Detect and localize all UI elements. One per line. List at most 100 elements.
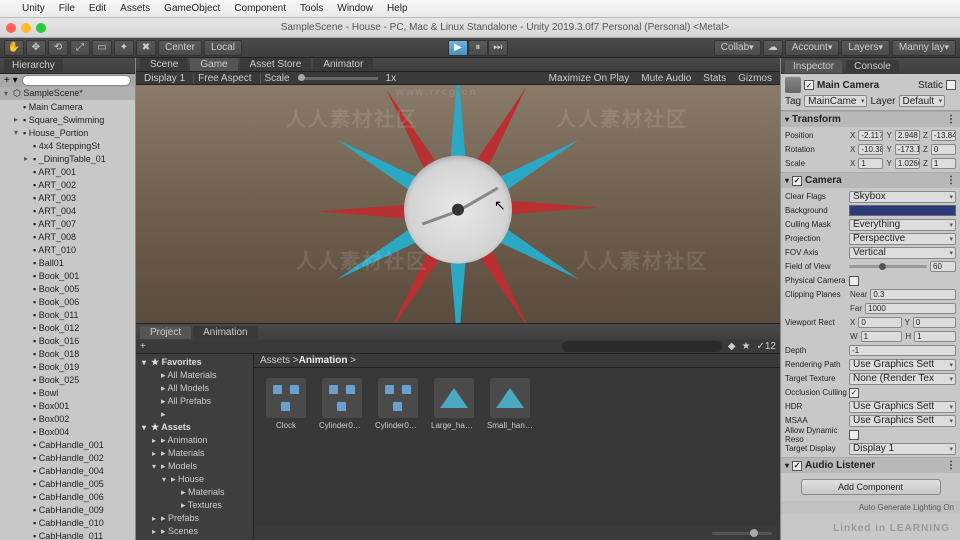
tab-asset-store[interactable]: Asset Store (240, 58, 312, 71)
rendering-path-dropdown[interactable]: Use Graphics Sett (849, 359, 956, 371)
project-search-input[interactable] (562, 341, 722, 352)
camera-header[interactable]: ▾✓Camera⋮ (781, 173, 960, 188)
project-asset[interactable]: Large_han… (432, 378, 476, 430)
hand-tool-button[interactable]: ✋ (4, 40, 24, 56)
gameobject-name-field[interactable]: Main Camera (817, 80, 879, 91)
hierarchy-item[interactable]: ▪ CabHandle_004 (0, 464, 135, 477)
pivot-center-button[interactable]: Center (158, 40, 202, 56)
project-asset[interactable]: Cylinder00… (320, 378, 364, 430)
hierarchy-search-input[interactable] (22, 75, 131, 86)
transform-header[interactable]: ▾Transform⋮ (781, 112, 960, 127)
hierarchy-item[interactable]: ▪ Box001 (0, 399, 135, 412)
tab-animation[interactable]: Animation (193, 326, 257, 339)
hierarchy-item[interactable]: ▪ ART_001 (0, 165, 135, 178)
rot-x-field[interactable]: -10.38 (858, 144, 883, 155)
hierarchy-item[interactable]: ▾▪ House_Portion (0, 126, 135, 139)
rect-tool-button[interactable]: ▭ (92, 40, 112, 56)
tab-animator[interactable]: Animator (313, 58, 373, 71)
close-window-icon[interactable] (6, 23, 16, 33)
hierarchy-item[interactable]: ▪ Box002 (0, 412, 135, 425)
filter-icon[interactable]: ◆ (728, 341, 736, 352)
move-tool-button[interactable]: ✥ (26, 40, 46, 56)
aspect-dropdown[interactable]: Free Aspect (193, 73, 255, 84)
minimize-window-icon[interactable] (21, 23, 31, 33)
hierarchy-item[interactable]: ▪ Main Camera (0, 100, 135, 113)
hierarchy-item[interactable]: ▪ CabHandle_002 (0, 451, 135, 464)
dyn-res-checkbox[interactable] (849, 430, 859, 440)
physical-camera-checkbox[interactable] (849, 276, 859, 286)
hierarchy-item[interactable]: ▪ CabHandle_006 (0, 490, 135, 503)
hierarchy-item[interactable]: ▪ ART_008 (0, 230, 135, 243)
tab-project[interactable]: Project (140, 326, 191, 339)
project-tree-item[interactable]: ▸ (136, 408, 253, 421)
project-tree-item[interactable]: ▾▸ House (136, 473, 253, 486)
hierarchy-item[interactable]: ▸▪ _DiningTable_01 (0, 152, 135, 165)
pos-y-field[interactable]: 2.948 (895, 130, 920, 141)
tab-hierarchy[interactable]: Hierarchy (4, 59, 63, 72)
menu-unity[interactable]: Unity (22, 3, 45, 14)
hdr-dropdown[interactable]: Use Graphics Sett (849, 401, 956, 413)
hierarchy-item[interactable]: ▪ Book_012 (0, 321, 135, 334)
project-asset[interactable]: Small_hand… (488, 378, 532, 430)
projection-dropdown[interactable]: Perspective (849, 233, 956, 245)
project-tree-item[interactable]: ▸▸ Prefabs (136, 512, 253, 525)
hierarchy-item[interactable]: ▪ ART_003 (0, 191, 135, 204)
project-tree-item[interactable]: ▸ Materials (136, 486, 253, 499)
project-tree-item[interactable]: ▾★ Favorites (136, 356, 253, 369)
gizmos-dropdown[interactable]: Gizmos (734, 73, 776, 84)
pivot-local-button[interactable]: Local (204, 40, 242, 56)
target-display-dropdown[interactable]: Display 1 (849, 443, 956, 455)
scale-z-field[interactable]: 1 (931, 158, 956, 169)
hierarchy-item[interactable]: ▪ ART_010 (0, 243, 135, 256)
depth-field[interactable]: -1 (849, 345, 956, 356)
hierarchy-item[interactable]: ▪ 4x4 SteppingSt (0, 139, 135, 152)
pos-x-field[interactable]: -2.117 (858, 130, 883, 141)
gameobject-icon[interactable] (785, 77, 801, 93)
rot-z-field[interactable]: 0 (931, 144, 956, 155)
project-tree-item[interactable]: ▾▸ Models (136, 460, 253, 473)
hierarchy-item[interactable]: ▪ ART_004 (0, 204, 135, 217)
menu-edit[interactable]: Edit (89, 3, 106, 14)
project-tree-item[interactable]: ▸▸ Scenes (136, 525, 253, 538)
layers-dropdown[interactable]: Layers ▾ (841, 40, 890, 56)
collab-dropdown[interactable]: Collab ▾ (714, 40, 761, 56)
hierarchy-item[interactable]: ▪ Book_011 (0, 308, 135, 321)
hierarchy-item[interactable]: ▪ Book_005 (0, 282, 135, 295)
play-button[interactable]: ▶ (448, 40, 468, 56)
tab-console[interactable]: Console (846, 60, 899, 73)
pause-button[interactable]: ⏸ (468, 40, 488, 56)
tab-inspector[interactable]: Inspector (785, 60, 842, 73)
tab-game[interactable]: Game (190, 58, 237, 71)
rot-y-field[interactable]: -173.1 (895, 144, 920, 155)
project-asset[interactable]: Cylinder00… (376, 378, 420, 430)
custom-tool-button[interactable]: ✖ (136, 40, 156, 56)
active-checkbox[interactable]: ✓ (804, 80, 814, 90)
scale-x-field[interactable]: 1 (858, 158, 883, 169)
cloud-icon[interactable]: ☁ (763, 40, 783, 56)
hierarchy-item[interactable]: ▪ CabHandle_005 (0, 477, 135, 490)
create-dropdown[interactable]: + ▾ (4, 75, 18, 86)
project-tree-item[interactable]: ▸▸ Materials (136, 447, 253, 460)
project-tree-item[interactable]: ▾★ Assets (136, 421, 253, 434)
clear-flags-dropdown[interactable]: Skybox (849, 191, 956, 203)
stats-toggle[interactable]: Stats (699, 73, 730, 84)
maximize-window-icon[interactable] (36, 23, 46, 33)
fov-axis-dropdown[interactable]: Vertical (849, 247, 956, 259)
hierarchy-item[interactable]: ▸▪ Square_Swimming (0, 113, 135, 126)
hierarchy-item[interactable]: ▪ CabHandle_009 (0, 503, 135, 516)
project-asset[interactable]: Clock (264, 378, 308, 430)
hierarchy-item[interactable]: ▪ Bowl (0, 386, 135, 399)
layer-dropdown[interactable]: Default (899, 95, 946, 107)
hierarchy-item[interactable]: ▪ Book_018 (0, 347, 135, 360)
account-dropdown[interactable]: Account ▾ (785, 40, 840, 56)
scale-tool-button[interactable]: ⤢ (70, 40, 90, 56)
target-texture-field[interactable]: None (Render Tex (849, 373, 956, 385)
msaa-dropdown[interactable]: Use Graphics Sett (849, 415, 956, 427)
hierarchy-item[interactable]: ▪ Book_016 (0, 334, 135, 347)
hierarchy-item[interactable]: ▪ CabHandle_001 (0, 438, 135, 451)
menu-help[interactable]: Help (387, 3, 408, 14)
project-tree[interactable]: ▾★ Favorites▸ All Materials▸ All Models▸… (136, 354, 254, 540)
hierarchy-item[interactable]: ▪ Book_006 (0, 295, 135, 308)
favorites-icon[interactable]: ★ (742, 341, 751, 352)
menu-tools[interactable]: Tools (300, 3, 323, 14)
